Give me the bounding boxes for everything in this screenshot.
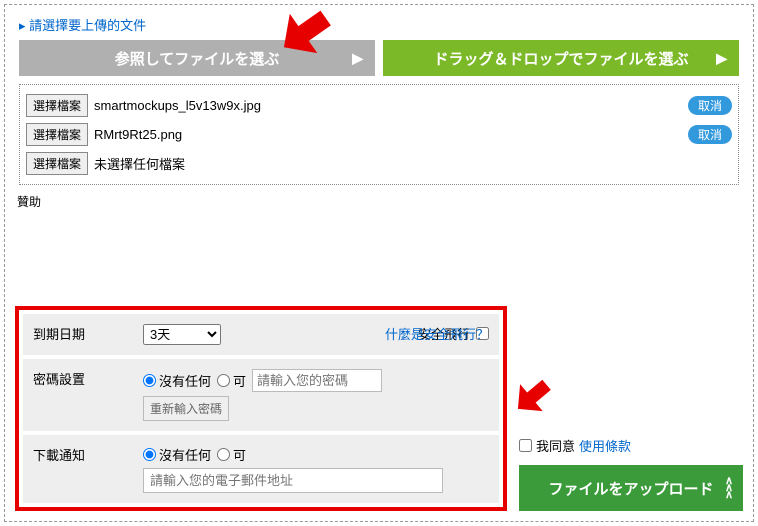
password-none-radio[interactable] <box>143 374 156 387</box>
notify-label: 下載通知 <box>33 445 143 464</box>
options-panel: 到期日期 3天 安全飛行 什麼是安全飛行？ 密碼設置 沒有任何 可 <box>15 306 507 511</box>
upload-button[interactable]: ファイルをアップロード ∧∧∧ <box>519 465 743 511</box>
notify-email-input[interactable] <box>143 468 443 493</box>
password-input[interactable] <box>252 369 382 392</box>
password-yes-option[interactable]: 可 <box>217 371 246 390</box>
expiry-select[interactable]: 3天 <box>143 324 221 345</box>
file-name: 未選擇任何檔案 <box>94 154 732 173</box>
password-retype-button[interactable]: 重新輸入密碼 <box>143 396 229 421</box>
file-row: 選擇檔案 未選擇任何檔案 <box>26 149 732 178</box>
expiry-row: 到期日期 3天 安全飛行 什麼是安全飛行？ <box>23 314 499 355</box>
notify-none-radio[interactable] <box>143 448 156 461</box>
terms-link[interactable]: 使用條款 <box>579 436 631 455</box>
select-file-label: 請選擇要上傳的文件 <box>19 15 747 34</box>
file-row: 選擇檔案 RMrt9Rt25.png 取消 <box>26 120 732 149</box>
agree-row: 我同意使用條款 <box>519 436 743 455</box>
password-row: 密碼設置 沒有任何 可 重新輸入密碼 <box>23 359 499 431</box>
choose-file-button[interactable]: 選擇檔案 <box>26 123 88 146</box>
password-yes-radio[interactable] <box>217 374 230 387</box>
chevron-right-icon: ▶ <box>352 50 363 67</box>
safe-flight-link[interactable]: 什麼是安全飛行？ <box>385 324 489 343</box>
file-row: 選擇檔案 smartmockups_l5v13w9x.jpg 取消 <box>26 91 732 120</box>
notify-row: 下載通知 沒有任何 可 <box>23 435 499 503</box>
browse-file-label: 参照してファイルを選ぶ <box>115 48 280 69</box>
notify-none-option[interactable]: 沒有任何 <box>143 445 211 464</box>
password-none-option[interactable]: 沒有任何 <box>143 371 211 390</box>
drag-drop-button[interactable]: ドラッグ＆ドロップでファイルを選ぶ ▶ <box>383 40 739 76</box>
cancel-button[interactable]: 取消 <box>688 96 732 115</box>
cancel-button[interactable]: 取消 <box>688 125 732 144</box>
file-name: smartmockups_l5v13w9x.jpg <box>94 98 682 113</box>
choose-file-button[interactable]: 選擇檔案 <box>26 94 88 117</box>
drag-drop-label: ドラッグ＆ドロップでファイルを選ぶ <box>433 48 688 69</box>
notify-yes-option[interactable]: 可 <box>217 445 246 464</box>
expiry-label: 到期日期 <box>33 324 143 343</box>
agree-label: 我同意 <box>536 436 575 455</box>
password-label: 密碼設置 <box>33 369 143 388</box>
file-list: 選擇檔案 smartmockups_l5v13w9x.jpg 取消 選擇檔案 R… <box>19 84 739 185</box>
agree-checkbox[interactable] <box>519 439 532 452</box>
file-name: RMrt9Rt25.png <box>94 127 682 142</box>
chevron-up-icon: ∧∧∧ <box>725 478 733 499</box>
chevron-right-icon: ▶ <box>716 50 727 67</box>
sponsor-label: 贊助 <box>17 193 747 210</box>
notify-yes-radio[interactable] <box>217 448 230 461</box>
choose-file-button[interactable]: 選擇檔案 <box>26 152 88 175</box>
upload-label: ファイルをアップロード <box>548 478 713 499</box>
